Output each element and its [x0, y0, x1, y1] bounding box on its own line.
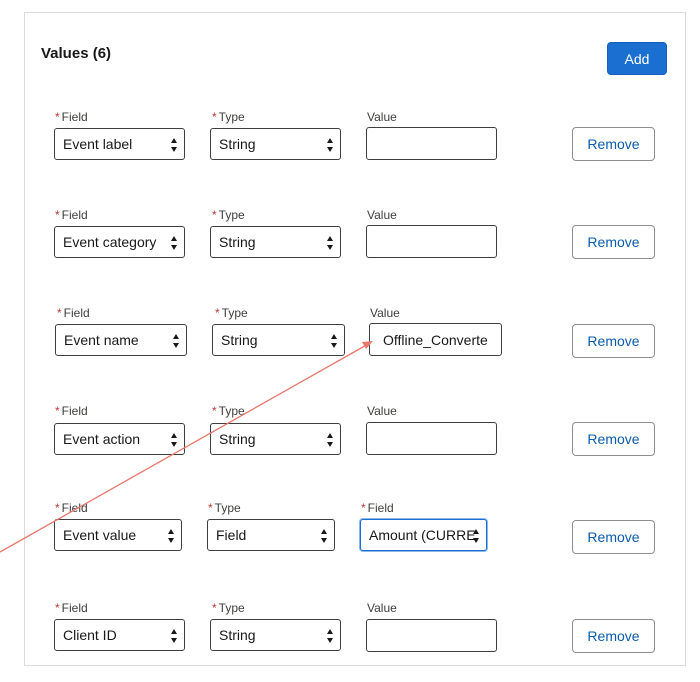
value-label: Value [367, 404, 397, 418]
select-arrows-icon [327, 138, 333, 152]
field-select[interactable]: Event action [54, 423, 185, 455]
field-label: * Field [57, 306, 90, 320]
type-select[interactable]: Field [207, 519, 335, 551]
type-label: * Type [212, 404, 245, 418]
remove-button[interactable]: Remove [572, 225, 655, 259]
value-input[interactable] [366, 127, 497, 160]
remove-button[interactable]: Remove [572, 422, 655, 456]
field-label: * Field [55, 601, 88, 615]
type-select[interactable]: String [210, 423, 341, 455]
value-label: Value [370, 306, 400, 320]
select-arrows-icon [321, 529, 327, 543]
remove-button[interactable]: Remove [572, 619, 655, 653]
value-label: Value [367, 110, 397, 124]
add-button[interactable]: Add [607, 42, 667, 75]
type-select[interactable]: String [210, 128, 341, 160]
select-arrows-icon [168, 529, 174, 543]
value-field-label: * Field [361, 501, 394, 515]
field-label: * Field [55, 404, 88, 418]
value-label: Value [367, 208, 397, 222]
field-label: * Field [55, 110, 88, 124]
select-arrows-icon [171, 629, 177, 643]
value-label: Value [367, 601, 397, 615]
select-arrows-icon [331, 334, 337, 348]
type-label: * Type [208, 501, 241, 515]
select-arrows-icon [171, 138, 177, 152]
remove-button[interactable]: Remove [572, 324, 655, 358]
value-input[interactable] [366, 225, 497, 258]
field-select[interactable]: Event label [54, 128, 185, 160]
select-arrows-icon [327, 236, 333, 250]
select-arrows-icon [327, 433, 333, 447]
field-select[interactable]: Event name [55, 324, 187, 356]
select-arrows-icon [171, 236, 177, 250]
field-select[interactable]: Event category [54, 226, 185, 258]
select-arrows-icon [473, 529, 479, 543]
type-select[interactable]: String [210, 226, 341, 258]
select-arrows-icon [327, 629, 333, 643]
select-arrows-icon [173, 334, 179, 348]
type-label: * Type [215, 306, 248, 320]
type-label: * Type [212, 208, 245, 222]
select-arrows-icon [171, 433, 177, 447]
field-label: * Field [55, 501, 88, 515]
value-input[interactable] [366, 619, 497, 652]
field-select[interactable]: Client ID [54, 619, 185, 651]
type-select[interactable]: String [212, 324, 345, 356]
type-label: * Type [212, 601, 245, 615]
section-title: Values (6) [41, 45, 112, 62]
value-input[interactable] [366, 422, 497, 455]
type-label: * Type [212, 110, 245, 124]
field-select[interactable]: Event value [54, 519, 182, 551]
remove-button[interactable]: Remove [572, 127, 655, 161]
type-select[interactable]: String [210, 619, 341, 651]
value-field-select[interactable]: Amount (CURRE [360, 519, 487, 551]
value-input[interactable]: Offline_Converte [369, 323, 502, 356]
remove-button[interactable]: Remove [572, 520, 655, 554]
field-label: * Field [55, 208, 88, 222]
